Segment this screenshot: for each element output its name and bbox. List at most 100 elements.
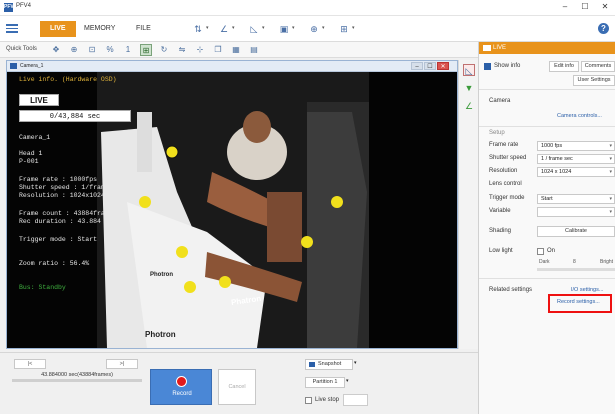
osd-resolution: Resolution : 1024x1024	[19, 192, 105, 199]
low-light-on-label: On	[547, 248, 556, 254]
variable-select[interactable]: ▾	[537, 207, 615, 217]
record-button[interactable]: Record	[150, 369, 212, 405]
vertical-toolbar: ◺ ▼ ∠	[458, 60, 478, 349]
network-icon[interactable]: ⊕	[306, 23, 322, 35]
first-frame-button[interactable]: |<	[14, 359, 46, 369]
low-light-level: 8	[573, 259, 576, 265]
menu-icon[interactable]	[6, 22, 18, 34]
camera-window-titlebar[interactable]: Camera_1 – ☐ ✕	[7, 61, 457, 72]
angle-icon[interactable]: ∠	[463, 100, 475, 112]
maximize-button[interactable]: ☐	[575, 1, 595, 14]
filter-icon[interactable]: ▼	[463, 82, 475, 94]
snapshot-button[interactable]: Snapshot	[305, 359, 353, 370]
graph-icon[interactable]: ◺	[246, 23, 262, 35]
live-stop-field[interactable]	[343, 394, 368, 406]
time-display: 0/43,884 sec	[19, 110, 131, 122]
highlight-box	[548, 294, 612, 313]
chevron-down-icon[interactable]: ▾	[352, 25, 355, 31]
trigger-mode-select[interactable]: Start ▾	[537, 194, 615, 204]
bright-label: Bright	[600, 259, 614, 265]
chevron-down-icon[interactable]: ▾	[346, 378, 349, 384]
camera-window[interactable]: Camera_1 – ☐ ✕ Phatron Photron Photron L…	[6, 60, 458, 349]
chevron-down-icon[interactable]: ▾	[292, 25, 295, 31]
fit-icon[interactable]: ⊞	[140, 44, 152, 56]
camera-icon	[10, 63, 17, 69]
last-frame-button[interactable]: >|	[106, 359, 138, 369]
resolution-select[interactable]: 1024 x 1024 ▾	[537, 167, 615, 177]
layout-icon[interactable]: ▤	[248, 44, 260, 56]
shutter-speed-select[interactable]: 1 / frame sec ▾	[537, 154, 615, 164]
divider	[479, 126, 615, 127]
partition-select[interactable]: Partition 1	[305, 377, 345, 388]
camera-window-title: Camera_1	[20, 63, 44, 69]
live-stop-label: Live stop	[315, 397, 340, 403]
chevron-down-icon[interactable]: ▾	[322, 25, 325, 31]
chevron-down-icon[interactable]: ▾	[206, 25, 209, 31]
position-label: 43.884000 sec(43884frames)	[41, 372, 113, 378]
frame-rate-label: Frame rate	[489, 142, 519, 148]
frame-rate-select[interactable]: 1000 fps ▾	[537, 141, 615, 151]
chevron-down-icon[interactable]: ▾	[232, 25, 235, 31]
low-light-label: Low light	[489, 248, 513, 254]
title-bar: PFV PFV4 – ☐ ✕	[0, 0, 615, 16]
photron-logo: Photron	[150, 272, 173, 278]
record-label: Record	[172, 391, 192, 397]
edit-info-button[interactable]: Edit info	[549, 61, 579, 72]
zoom-icon[interactable]: ⊕	[68, 44, 80, 56]
move-icon[interactable]: ✥	[50, 44, 62, 56]
osd-frame-count: Frame count : 43884frames	[19, 210, 117, 217]
camera-minimize-button[interactable]: –	[411, 62, 423, 70]
camera-icon	[483, 45, 491, 51]
chevron-down-icon[interactable]: ▾	[262, 25, 265, 31]
playback-controls: |< >| 43.884000 sec(43884frames) Record …	[0, 352, 478, 414]
display-icon[interactable]: ▣	[276, 23, 292, 35]
live-video-view[interactable]: Phatron Photron Photron Live info. (Hard…	[7, 72, 457, 348]
position-slider[interactable]	[12, 379, 142, 382]
tab-file[interactable]: FILE	[126, 21, 161, 37]
osd-bus: Bus: Standby	[19, 284, 66, 291]
snapshot-label: Snapshot	[318, 361, 342, 367]
help-icon[interactable]: ?	[598, 23, 609, 34]
comments-button[interactable]: Comments	[581, 61, 615, 72]
trigger-mode-label: Trigger mode	[489, 195, 525, 201]
record-icon	[176, 376, 187, 387]
osd-header: Live info. (Hardware OSD)	[19, 76, 117, 83]
grid-icon[interactable]: ⊞	[336, 23, 352, 35]
close-button[interactable]: ✕	[595, 1, 615, 14]
ribbon: LIVE MEMORY FILE ⇅ ▾ ∠ ▾ ◺ ▾ ▣ ▾ ⊕ ▾ ⊞ ▾…	[0, 16, 615, 42]
grid-icon[interactable]: ▦	[230, 44, 242, 56]
live-stop-checkbox[interactable]	[305, 397, 312, 404]
quick-tools-label: Quick Tools	[6, 46, 37, 52]
zoom-percent-icon[interactable]: %	[104, 44, 116, 56]
photron-logo: Photron	[145, 330, 176, 339]
low-light-slider[interactable]	[537, 268, 615, 271]
cancel-button[interactable]: Cancel	[218, 369, 256, 405]
zoom-100-icon[interactable]: 1	[122, 44, 134, 56]
app-logo: PFV	[4, 3, 14, 12]
camera-controls-link[interactable]: Camera controls...	[557, 113, 602, 119]
divider	[479, 278, 615, 279]
zoom-area-icon[interactable]: ⊡	[86, 44, 98, 56]
rotate-icon[interactable]: ↻	[158, 44, 170, 56]
calibrate-button[interactable]: Calibrate	[537, 226, 615, 237]
camera-maximize-button[interactable]: ☐	[424, 62, 436, 70]
crosshair-icon[interactable]: ⊹	[194, 44, 206, 56]
tab-memory[interactable]: MEMORY	[74, 21, 125, 37]
flip-icon[interactable]: ⇋	[176, 44, 188, 56]
osd-shutter: Shutter speed : 1/frame sec	[19, 184, 125, 191]
io-settings-link[interactable]: I/O settings...	[571, 287, 603, 293]
graph-icon[interactable]: ◺	[463, 64, 475, 76]
lens-control-label[interactable]: Lens control	[489, 181, 522, 187]
camera-section-label[interactable]: Camera	[489, 98, 510, 104]
camera-close-button[interactable]: ✕	[437, 62, 449, 70]
osd-overlay: Live info. (Hardware OSD)	[19, 76, 117, 84]
show-info-checkbox[interactable]	[484, 63, 491, 70]
minimize-button[interactable]: –	[555, 1, 575, 14]
chevron-down-icon[interactable]: ▾	[354, 360, 357, 366]
measure-icon[interactable]: ∠	[216, 23, 232, 35]
low-light-checkbox[interactable]	[537, 248, 544, 255]
copy-icon[interactable]: ❐	[212, 44, 224, 56]
trigger-icon[interactable]: ⇅	[190, 23, 206, 35]
user-settings-button[interactable]: User Settings	[573, 75, 615, 86]
tab-live[interactable]: LIVE	[40, 21, 76, 37]
